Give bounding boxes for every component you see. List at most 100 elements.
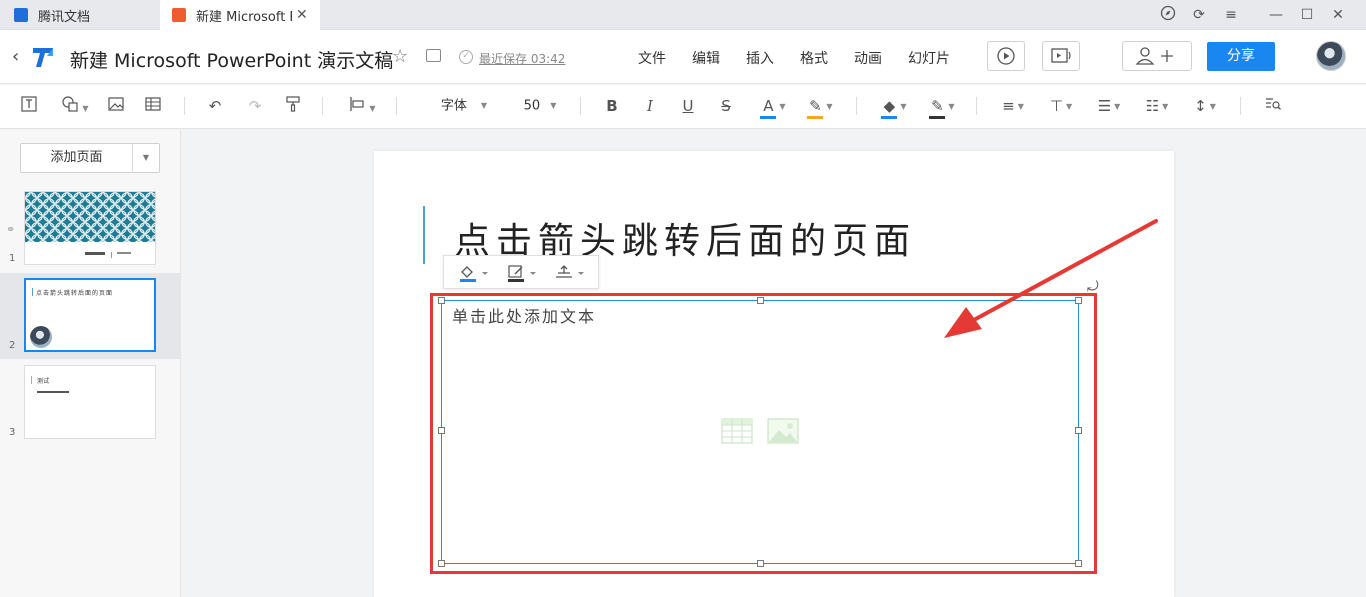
text-color-swatch — [760, 116, 777, 119]
menu-file[interactable]: 文件 — [638, 48, 666, 68]
tab-current-document[interactable]: 新建 Microsoft P ✕ — [160, 0, 320, 30]
compass-icon[interactable] — [1158, 5, 1178, 25]
save-status[interactable]: 最近保存 03:42 — [479, 50, 565, 67]
image-icon[interactable] — [105, 95, 127, 117]
text-color-button[interactable]: A ▼ — [756, 95, 790, 119]
arrange-layers-icon — [556, 265, 584, 278]
pattern-background — [25, 192, 155, 264]
document-title[interactable]: 新建 Microsoft PowerPoint 演示文稿 — [70, 46, 393, 73]
text-color-icon: A — [760, 95, 777, 119]
slide-preview-title: 测试 — [37, 378, 50, 385]
slide-number: 2 — [9, 340, 16, 351]
vertical-align-icon[interactable]: ⊤ ▼ — [1044, 95, 1078, 117]
tab-bar: 腾讯文档 新建 Microsoft P ✕ ⟳ ≡ — ☐ ✕ — [0, 0, 1366, 30]
title-accent-bar — [423, 206, 425, 264]
find-replace-icon[interactable] — [1262, 95, 1284, 117]
slide-number: 1 — [9, 253, 16, 264]
user-avatar[interactable] — [1316, 41, 1346, 71]
text-align-icon[interactable]: ≡ ▼ — [996, 95, 1030, 117]
refresh-icon[interactable]: ⟳ — [1189, 5, 1209, 25]
format-painter-icon[interactable] — [282, 95, 304, 117]
line-color-swatch — [929, 116, 946, 119]
italic-icon[interactable]: I — [640, 95, 660, 117]
strikethrough-icon[interactable]: S — [716, 95, 736, 117]
menu-icon[interactable]: ≡ — [1221, 5, 1241, 25]
bold-icon[interactable]: B — [602, 95, 622, 117]
tab-label: 新建 Microsoft P — [196, 9, 292, 25]
slide-thumbnails-panel: 添加页面 ▼ 1 ⚭ 点击箭头跳转后面的页面 2 测试 3 — [0, 130, 181, 597]
fill-bucket-icon — [460, 266, 488, 282]
slide-thumbnail-1[interactable]: 1 ⚭ — [0, 191, 180, 277]
slide-preview: 点击箭头跳转后面的页面 — [24, 278, 156, 352]
tencent-docs-logo[interactable] — [30, 44, 56, 70]
share-button[interactable]: 分享 — [1207, 42, 1275, 71]
slide-preview — [24, 191, 156, 265]
move-to-folder-icon[interactable] — [426, 49, 441, 62]
menu-insert[interactable]: 插入 — [746, 48, 774, 68]
highlight-icon: ✎ — [807, 95, 824, 119]
underline-icon[interactable]: U — [678, 95, 698, 117]
close-window-icon[interactable]: ✕ — [1328, 5, 1348, 25]
textbox-icon[interactable] — [18, 95, 40, 117]
add-page-button-group: 添加页面 ▼ — [20, 143, 160, 173]
slide-preview-text — [37, 391, 69, 393]
add-collaborator-button[interactable] — [1122, 41, 1192, 71]
slide-number: 3 — [9, 427, 16, 438]
add-user-icon — [1135, 47, 1173, 65]
minimize-icon[interactable]: — — [1266, 5, 1286, 25]
shape-fill-button[interactable] — [458, 263, 492, 283]
slide-thumbnail-2[interactable]: 点击箭头跳转后面的页面 2 — [0, 273, 180, 359]
highlight-button[interactable]: ✎ ▼ — [802, 95, 838, 119]
undo-icon[interactable]: ↶ — [204, 95, 226, 117]
tab-label: 腾讯文档 — [38, 9, 91, 25]
presenter-button[interactable] — [1042, 41, 1080, 71]
slide-preview: 测试 — [24, 365, 156, 439]
line-color-button[interactable]: ✎ ▼ — [924, 95, 960, 119]
maximize-icon[interactable]: ☐ — [1297, 5, 1317, 25]
link-icon: ⚭ — [6, 223, 16, 236]
redo-icon[interactable]: ↷ — [244, 95, 266, 117]
numbered-list-icon[interactable]: ☷ ▼ — [1140, 95, 1174, 117]
highlight-swatch — [807, 116, 824, 119]
shape-icon[interactable]: ▼ — [58, 95, 92, 117]
menu-edit[interactable]: 编辑 — [692, 48, 720, 68]
font-size-value: 50 — [523, 98, 541, 114]
table-icon[interactable] — [142, 95, 164, 117]
tab-tencent-docs[interactable]: 腾讯文档 — [0, 0, 160, 30]
back-icon[interactable]: ‹ — [12, 46, 19, 67]
saved-check-icon: ✓ — [459, 50, 473, 64]
line-spacing-icon[interactable]: ↕ ▼ — [1188, 95, 1222, 117]
slide-thumbnail-3[interactable]: 测试 3 — [0, 365, 180, 451]
play-icon — [997, 47, 1015, 65]
add-page-button[interactable]: 添加页面 — [21, 144, 133, 172]
menu-animation[interactable]: 动画 — [854, 48, 882, 68]
slide-preview-title: 点击箭头跳转后面的页面 — [36, 290, 114, 297]
fill-color-button[interactable]: ◆ ▼ — [876, 95, 912, 119]
arrange-button[interactable] — [554, 263, 588, 283]
shape-outline-button[interactable] — [506, 263, 540, 283]
fill-color-swatch — [881, 116, 898, 119]
close-tab-icon[interactable]: ✕ — [296, 7, 308, 23]
menu-slides[interactable]: 幻灯片 — [908, 48, 950, 68]
font-size-select[interactable]: 50 ▼ — [518, 95, 562, 117]
bullet-list-icon[interactable]: ☰ ▼ — [1092, 95, 1126, 117]
title-accent-bar — [31, 376, 32, 384]
shape-mini-toolbar — [443, 255, 599, 289]
align-object-icon[interactable]: ▼ — [344, 95, 380, 117]
star-icon[interactable]: ☆ — [392, 46, 408, 67]
menu-format[interactable]: 格式 — [800, 48, 828, 68]
font-family-select[interactable]: 字体 ▼ — [432, 95, 496, 117]
title-accent-bar — [32, 288, 33, 296]
formatting-toolbar: ▼ ↶ ↷ ▼ 字体 ▼ 50 ▼ B I U S A ▼ ✎ ▼ ◆ ▼ ✎ ▼ ≡ ▼ ⊤… — [0, 85, 1366, 129]
outline-pen-icon — [508, 265, 536, 282]
play-button[interactable] — [987, 41, 1025, 71]
annotation-arrow-icon — [944, 219, 1158, 338]
tencent-docs-icon — [14, 8, 28, 22]
line-pen-icon: ✎ — [929, 95, 946, 119]
add-page-dropdown-icon[interactable]: ▼ — [133, 144, 159, 172]
font-family-value: 字体 — [440, 98, 467, 114]
presenter-icon — [1051, 48, 1071, 63]
powerpoint-file-icon — [172, 8, 186, 22]
fill-bucket-icon: ◆ — [881, 95, 898, 119]
document-header: ‹ 新建 Microsoft PowerPoint 演示文稿 ☆ ✓ 最近保存 … — [0, 30, 1366, 84]
